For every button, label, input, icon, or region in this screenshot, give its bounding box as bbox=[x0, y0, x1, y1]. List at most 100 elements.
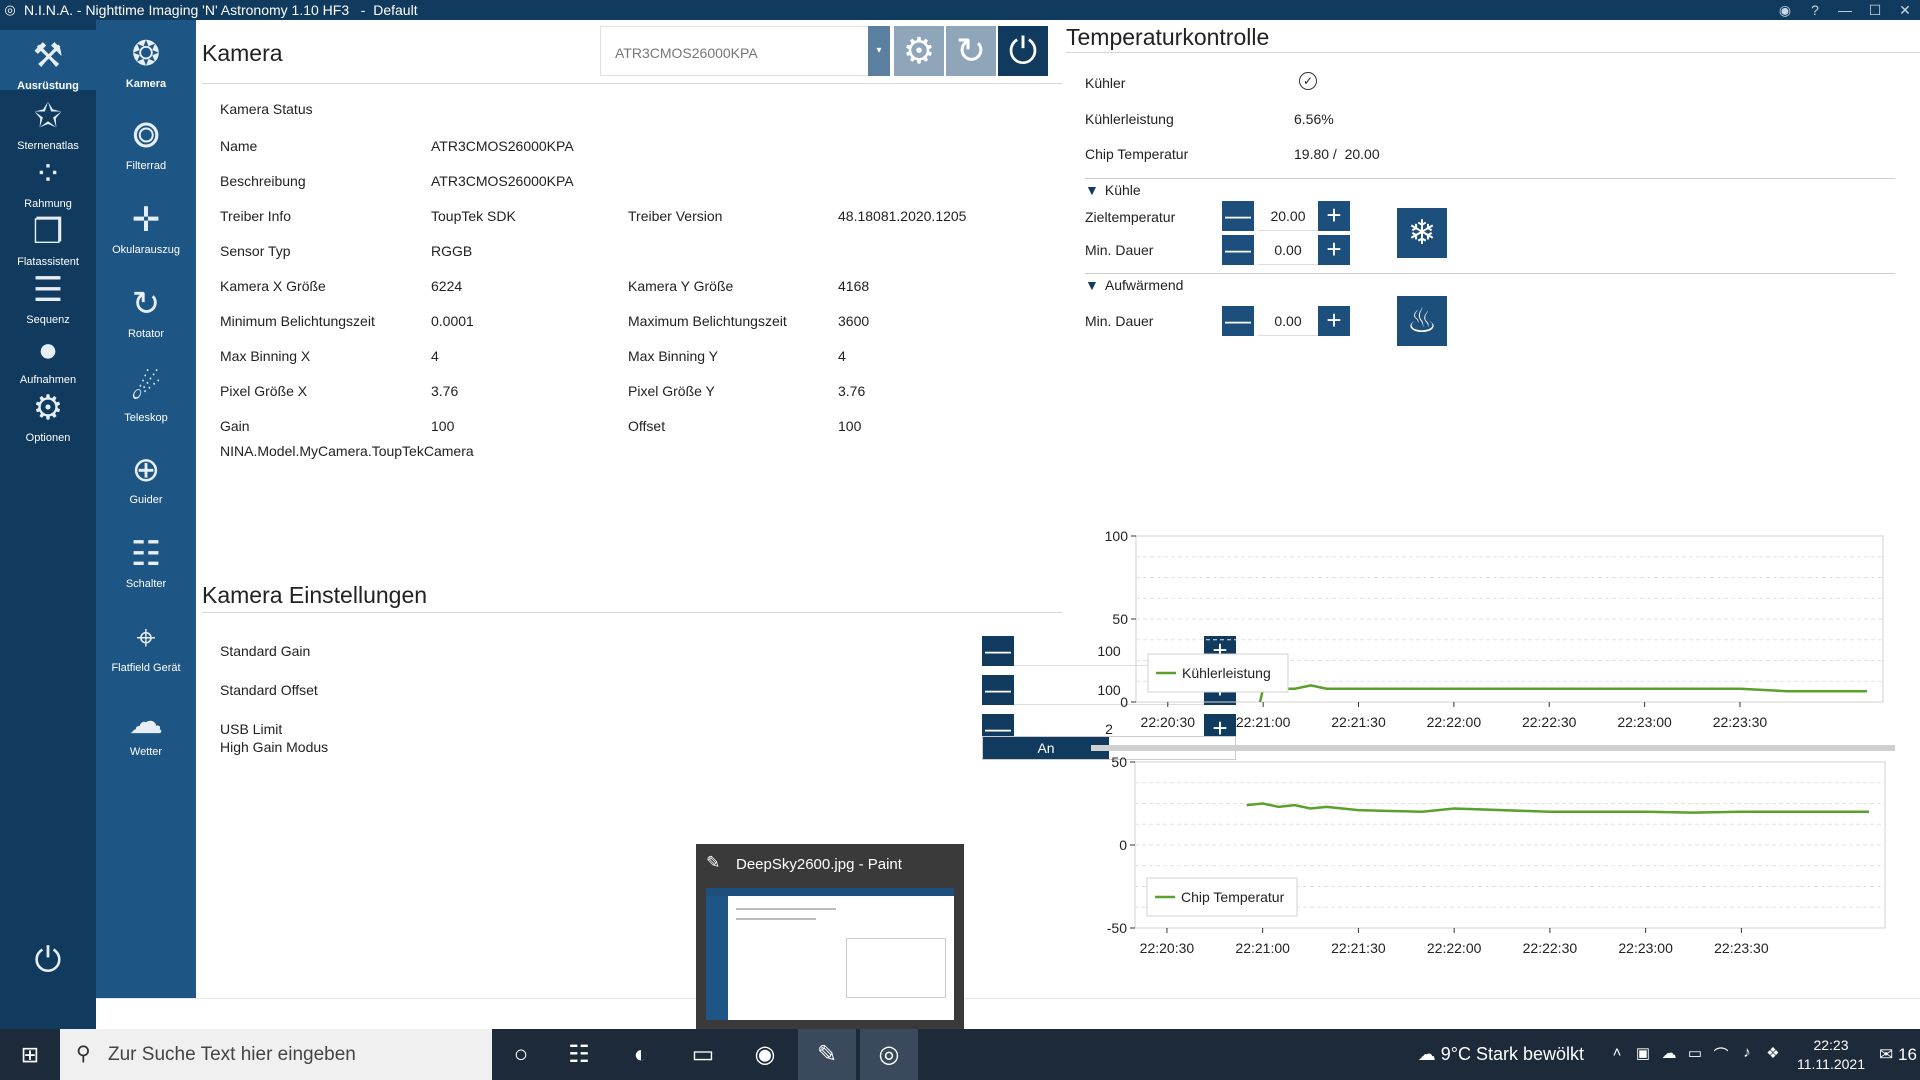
tray-icon[interactable]: ♪ bbox=[1734, 1044, 1760, 1065]
warm-start-button[interactable]: ♨ bbox=[1397, 296, 1447, 346]
close-button[interactable]: ✕ bbox=[1890, 0, 1920, 20]
tray-icon[interactable]: ☁ bbox=[1656, 1044, 1682, 1065]
nav-filter-wheel[interactable]: ⭗ Filterrad bbox=[96, 116, 196, 172]
nav-flat-wizard[interactable]: ❐ Flatassistent bbox=[0, 212, 96, 268]
snowflake-icon: ❄ bbox=[1407, 214, 1437, 252]
explorer-icon[interactable]: ▭ bbox=[674, 1029, 732, 1080]
cortana-icon[interactable]: ○ bbox=[492, 1029, 550, 1080]
camera-refresh-button[interactable]: ↻ bbox=[946, 26, 996, 76]
weather-icon: ☁ bbox=[129, 703, 163, 741]
nav-label: Flatassistent bbox=[17, 256, 79, 268]
minimize-button[interactable]: — bbox=[1830, 0, 1860, 20]
paint-icon[interactable]: ✎ bbox=[798, 1029, 856, 1080]
warm-duration-plus-button[interactable]: + bbox=[1318, 306, 1350, 336]
cooler-power-chart: 100 50 0 22:20:30 22:21:00 22:21:30 22:22:00 22… bbox=[1105, 528, 1884, 730]
clock-time: 22:23 bbox=[1813, 1036, 1849, 1053]
camera-connect-button[interactable]: ⏻ bbox=[998, 26, 1048, 76]
chevron-down-icon[interactable]: ▾ bbox=[868, 26, 890, 76]
eye-icon[interactable]: ◉ bbox=[1770, 0, 1800, 20]
x-tick-label: 22:22:00 bbox=[1427, 940, 1482, 956]
warm-duration-input[interactable]: 0.00 bbox=[1258, 306, 1318, 336]
tray-icon[interactable]: ⌒ bbox=[1708, 1044, 1734, 1065]
nav-flat-device[interactable]: ⌖ Flatfield Gerät bbox=[96, 618, 196, 674]
nav-focuser[interactable]: ✛ Okularauszug bbox=[96, 200, 196, 256]
secondary-nav: ❂ Kamera ⭗ Filterrad ✛ Okularauszug ↻ Rotator ☄ T… bbox=[96, 20, 196, 998]
target-temp-plus-button[interactable]: + bbox=[1318, 201, 1350, 231]
weather-widget[interactable]: ☁ 9°C Stark bewölkt bbox=[1418, 1044, 1584, 1065]
nav-rotator[interactable]: ↻ Rotator bbox=[96, 284, 196, 340]
flat-device-icon: ⌖ bbox=[136, 619, 156, 657]
origin-icon[interactable]: ◉ bbox=[736, 1029, 794, 1080]
cool-start-button[interactable]: ❄ bbox=[1397, 208, 1447, 258]
y-tick-label: 50 bbox=[1111, 754, 1127, 770]
thumb-line bbox=[736, 918, 816, 920]
info-label: Maximum Belichtungszeit bbox=[628, 313, 787, 329]
camera-settings-button[interactable]: ⚙ bbox=[894, 26, 944, 76]
system-tray: ☁ 9°C Stark bewölkt ˄ ▣ ☁ ▭ ⌒ ♪ ❖ 22:23 11.11.2… bbox=[1418, 1029, 1920, 1080]
edge-icon[interactable]: ◐ bbox=[612, 1029, 670, 1080]
cool-section-toggle[interactable]: ▼ Kühle bbox=[1085, 182, 1141, 198]
cool-duration-plus-button[interactable]: + bbox=[1318, 235, 1350, 265]
chart-splitter[interactable] bbox=[1091, 745, 1895, 751]
notification-center-icon[interactable]: ✉ 16 bbox=[1876, 1045, 1920, 1065]
x-tick-label: 22:22:30 bbox=[1523, 940, 1578, 956]
nav-label: Filterrad bbox=[125, 160, 167, 172]
nav-framing[interactable]: ⁘ Rahmung bbox=[0, 154, 96, 210]
info-value: ATR3CMOS26000KPA bbox=[431, 173, 574, 189]
target-temp-minus-button[interactable]: — bbox=[1222, 201, 1254, 231]
sequence-icon: ☰ bbox=[32, 271, 64, 309]
preview-thumbnail[interactable] bbox=[706, 888, 954, 1020]
y-tick-label: 50 bbox=[1112, 611, 1128, 627]
nav-telescope[interactable]: ☄ Teleskop bbox=[96, 368, 196, 424]
info-value: 4 bbox=[838, 348, 846, 364]
setting-label: Standard Gain bbox=[220, 643, 311, 659]
nav-strip bbox=[0, 998, 96, 1029]
tray-icon[interactable]: ▭ bbox=[1682, 1044, 1708, 1065]
camera-select[interactable]: ATR3CMOS26000KPA bbox=[600, 26, 890, 76]
nav-sequence[interactable]: ☰ Sequenz bbox=[0, 270, 96, 326]
nav-camera[interactable]: ❂ Kamera bbox=[96, 34, 196, 90]
x-tick-label: 22:21:00 bbox=[1235, 940, 1290, 956]
tray-icon[interactable]: ˄ bbox=[1604, 1044, 1630, 1065]
nina-icon[interactable]: ◎ bbox=[860, 1029, 918, 1080]
cooler-toggle-icon[interactable]: ✓ bbox=[1299, 72, 1317, 90]
taskbar-search[interactable]: ⚲ Zur Suche Text hier eingeben bbox=[60, 1029, 492, 1080]
window-controls: ◉ ? — ☐ ✕ bbox=[1770, 0, 1920, 20]
high-gain-label: High Gain Modus bbox=[220, 739, 329, 755]
warm-section-toggle[interactable]: ▼ Aufwärmend bbox=[1085, 277, 1183, 293]
clock[interactable]: 22:23 11.11.2021 bbox=[1786, 1036, 1876, 1074]
decrement-button[interactable]: — bbox=[982, 675, 1014, 705]
help-button[interactable]: ? bbox=[1800, 0, 1830, 20]
divider bbox=[202, 83, 1062, 84]
nav-switch[interactable]: ☷ Schalter bbox=[96, 534, 196, 590]
nav-star-atlas[interactable]: ✩ Sternenatlas bbox=[0, 96, 96, 152]
windows-start-button[interactable]: ⊞ bbox=[0, 1029, 60, 1080]
task-view-icon[interactable]: ☷ bbox=[550, 1029, 608, 1080]
telescope-icon: ☄ bbox=[130, 369, 162, 407]
nav-weather[interactable]: ☁ Wetter bbox=[96, 702, 196, 758]
nav-options[interactable]: ⚙ Optionen bbox=[0, 388, 96, 444]
warm-section-label: Aufwärmend bbox=[1104, 277, 1184, 293]
nav-label: Optionen bbox=[25, 432, 71, 444]
nav-guider[interactable]: ⊕ Guider bbox=[96, 450, 196, 506]
nav-power-button[interactable]: ⏻ bbox=[0, 940, 96, 984]
decrement-button[interactable]: — bbox=[982, 636, 1014, 666]
cool-duration-minus-button[interactable]: — bbox=[1222, 235, 1254, 265]
cool-duration-input[interactable]: 0.00 bbox=[1258, 235, 1318, 265]
title-bar: ◎ N.I.N.A. - Nighttime Imaging 'N' Astro… bbox=[0, 0, 1920, 20]
info-value: 6224 bbox=[431, 278, 463, 294]
tray-icon[interactable]: ▣ bbox=[1630, 1044, 1656, 1065]
taskbar-preview[interactable]: ✎ DeepSky2600.jpg - Paint bbox=[696, 844, 964, 1030]
info-label: Minimum Belichtungszeit bbox=[220, 313, 375, 329]
target-temp-input[interactable]: 20.00 bbox=[1258, 201, 1318, 231]
nav-imaging[interactable]: ● Aufnahmen bbox=[0, 330, 96, 386]
chip-temp-value: 19.80 / 20.00 bbox=[1294, 146, 1380, 162]
imaging-icon: ● bbox=[37, 331, 59, 369]
tray-icon[interactable]: ❖ bbox=[1760, 1044, 1786, 1065]
thumb-header bbox=[706, 888, 954, 896]
nav-equipment[interactable]: ⚒ Ausrüstung bbox=[0, 30, 96, 92]
nav-label: Sternenatlas bbox=[17, 140, 79, 152]
maximize-button[interactable]: ☐ bbox=[1860, 0, 1890, 20]
camera-heading: Kamera bbox=[202, 40, 283, 66]
warm-duration-minus-button[interactable]: — bbox=[1222, 306, 1254, 336]
